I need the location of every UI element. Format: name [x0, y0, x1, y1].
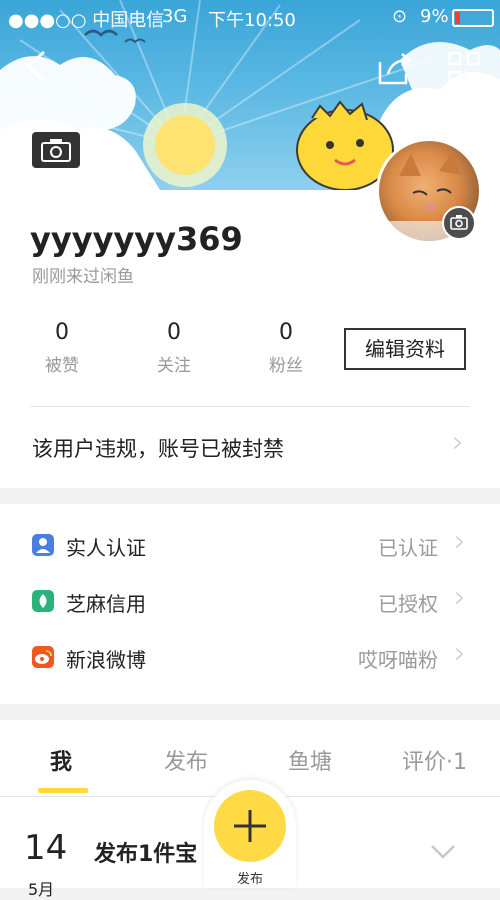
- status-bar: ●●●○○ 中国电信 3G 下午10:50 ⊙ 9%: [0, 0, 500, 32]
- verification-status: 已认证: [378, 536, 438, 560]
- chevron-right-icon: ›: [454, 524, 466, 559]
- stat-label: 被赞: [45, 356, 79, 376]
- back-icon[interactable]: [24, 50, 48, 82]
- camera-icon: [450, 215, 468, 230]
- chevron-right-icon: ›: [454, 580, 466, 615]
- network-label: 3G: [162, 6, 188, 27]
- tab-fishpond[interactable]: 鱼塘: [288, 744, 332, 776]
- qr-code-icon[interactable]: [448, 52, 480, 84]
- tab-me[interactable]: 我: [50, 744, 72, 776]
- publish-fab[interactable]: 发布: [204, 780, 296, 888]
- stat-value: 0: [167, 320, 181, 345]
- camera-icon: [41, 139, 71, 162]
- plus-icon: [234, 810, 266, 842]
- verification-label: 芝麻信用: [66, 592, 146, 616]
- stat-label: 关注: [157, 356, 191, 376]
- username: yyyyyyy369: [30, 220, 243, 258]
- active-tab-indicator: [38, 788, 88, 793]
- weibo-icon: [32, 646, 54, 668]
- time-label: 下午10:50: [208, 10, 296, 31]
- stat-value: 0: [55, 320, 69, 345]
- verification-card: 实人认证 已认证 › 芝麻信用 已授权 › 新浪微博 哎呀喵粉 ›: [0, 504, 500, 704]
- tab-published[interactable]: 发布: [164, 744, 208, 776]
- verification-row-weibo[interactable]: 新浪微博 哎呀喵粉 ›: [0, 628, 500, 684]
- person-id-icon: [32, 534, 54, 556]
- avatar-camera-button[interactable]: [442, 206, 476, 240]
- stats-row: 0 被赞 0 关注 0 粉丝: [30, 320, 330, 380]
- stat-following[interactable]: 0 关注: [142, 320, 206, 376]
- chevron-right-icon: ›: [454, 636, 466, 671]
- chevron-down-icon[interactable]: [430, 844, 456, 860]
- battery-icon: [452, 9, 494, 27]
- last-seen-text: 刚刚来过闲鱼: [32, 267, 134, 287]
- carrier-label: ●●●○○ 中国电信: [8, 10, 165, 31]
- stat-value: 0: [279, 320, 293, 345]
- feed-month: 5月: [28, 880, 55, 899]
- battery-label: 9%: [420, 6, 449, 27]
- lock-rotation-icon: ⊙: [392, 6, 408, 27]
- ban-notice-text: 该用户违规，账号已被封禁: [32, 437, 284, 461]
- stat-label: 粉丝: [269, 356, 303, 376]
- tab-reviews[interactable]: 评价·1: [402, 744, 467, 776]
- publish-label: 发布: [236, 872, 263, 887]
- edit-profile-button[interactable]: 编辑资料: [344, 328, 466, 370]
- verification-row-realname[interactable]: 实人认证 已认证 ›: [0, 516, 500, 572]
- cover-camera-button[interactable]: [32, 132, 80, 168]
- share-icon[interactable]: [376, 50, 412, 86]
- verification-label: 实人认证: [66, 536, 146, 560]
- verification-label: 新浪微博: [66, 648, 146, 672]
- chevron-right-icon: ›: [452, 425, 464, 460]
- stat-likes[interactable]: 0 被赞: [30, 320, 94, 376]
- feed-day: 14: [24, 828, 68, 868]
- verification-status: 哎呀喵粉: [358, 648, 438, 672]
- feed-text: 发布1件宝: [94, 842, 198, 867]
- sesame-credit-icon: [32, 590, 54, 612]
- verification-row-sesame[interactable]: 芝麻信用 已授权 ›: [0, 572, 500, 628]
- plus-button[interactable]: [214, 790, 286, 862]
- stat-followers[interactable]: 0 粉丝: [254, 320, 318, 376]
- verification-status: 已授权: [378, 592, 438, 616]
- ban-notice-row[interactable]: 该用户违规，账号已被封禁 ›: [0, 407, 500, 487]
